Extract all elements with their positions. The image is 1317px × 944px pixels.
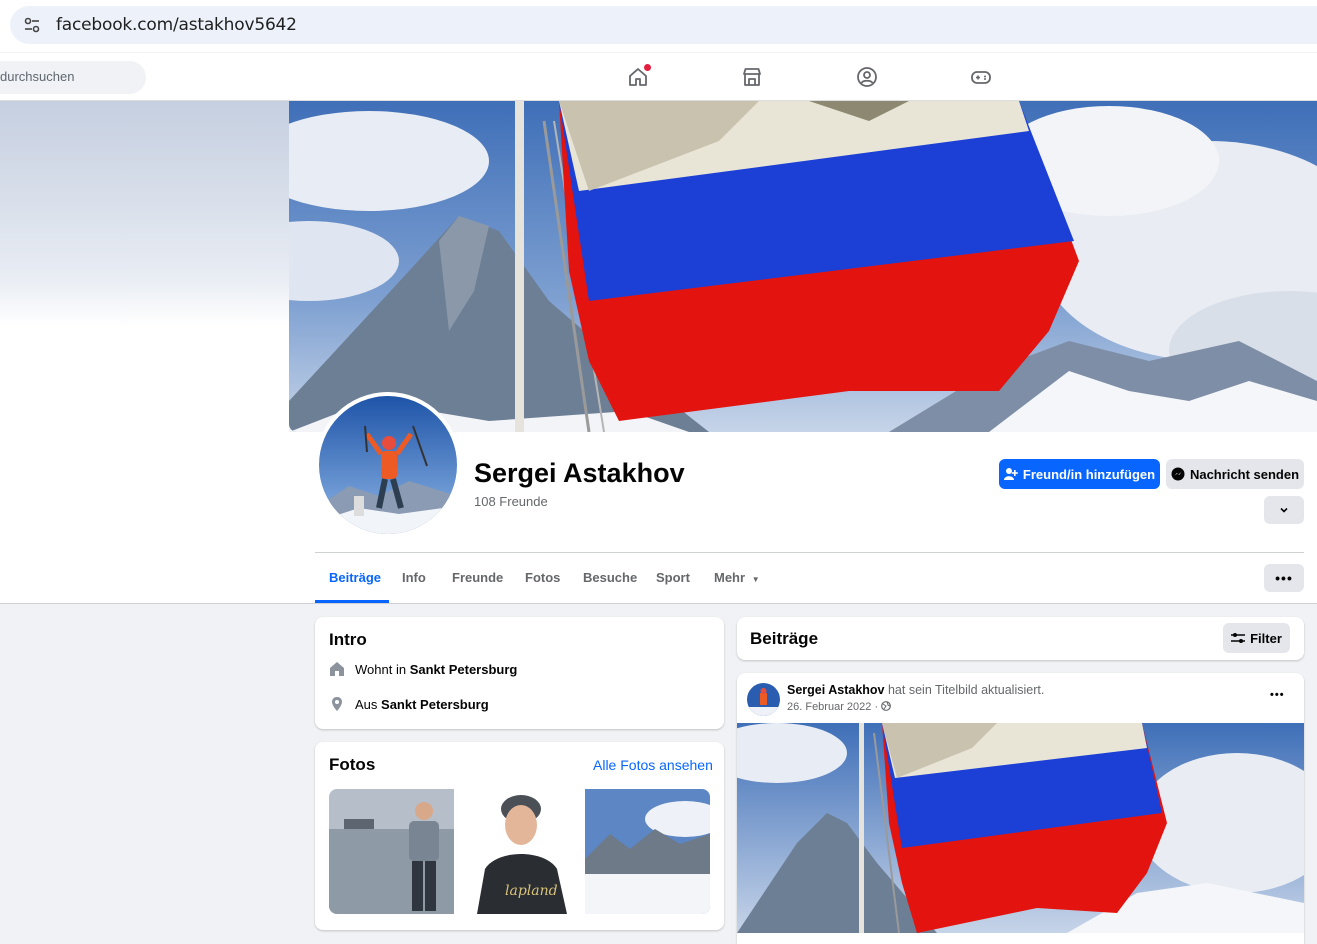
post-options-button[interactable]: ••• — [1270, 685, 1285, 703]
tab-info[interactable]: Info — [402, 570, 426, 585]
filter-label: Filter — [1250, 630, 1282, 646]
globe-icon — [881, 701, 892, 711]
url-field[interactable]: facebook.com/astakhov5642 — [10, 6, 1317, 44]
tab-sport[interactable]: Sport — [656, 570, 690, 585]
caret-down-icon: ▼ — [751, 575, 760, 584]
messenger-icon — [1171, 467, 1185, 481]
post-date[interactable]: 26. Februar 2022 — [787, 701, 871, 713]
filter-button[interactable]: Filter — [1223, 623, 1290, 653]
photo-thumbnail[interactable] — [329, 789, 454, 914]
search-placeholder: durchsuchen — [0, 69, 75, 84]
more-dots-icon: ••• — [1275, 570, 1293, 586]
tab-more-label: Mehr — [714, 570, 746, 585]
profile-divider — [0, 603, 1317, 604]
home-filled-icon — [330, 662, 344, 676]
intro-from-city[interactable]: Sankt Petersburg — [381, 697, 489, 712]
url-text: facebook.com/astakhov5642 — [56, 15, 297, 35]
add-friend-label: Freund/in hinzufügen — [1022, 466, 1156, 482]
post-date-line: 26. Februar 2022 · — [787, 701, 892, 713]
tabs-divider — [315, 552, 1304, 553]
profile-name: Sergei Astakhov — [474, 458, 685, 488]
tab-photos[interactable]: Fotos — [525, 570, 560, 585]
profile-dropdown-button[interactable] — [1264, 496, 1304, 524]
friends-count[interactable]: 108 Freunde — [474, 494, 548, 509]
tab-checkins[interactable]: Besuche — [583, 570, 637, 585]
add-friend-button[interactable]: Freund/in hinzufügen — [999, 459, 1160, 489]
add-friend-icon — [1003, 468, 1018, 480]
notification-dot — [644, 64, 651, 71]
cover-backdrop — [0, 101, 289, 603]
groups-icon[interactable] — [855, 65, 879, 89]
post-author-name[interactable]: Sergei Astakhov — [787, 683, 885, 697]
cover-photo[interactable] — [289, 101, 1317, 432]
site-settings-icon[interactable] — [22, 15, 42, 35]
tab-more[interactable]: Mehr ▼ — [714, 570, 760, 585]
post-card: Sergei Astakhov hat sein Titelbild aktua… — [737, 673, 1304, 944]
send-message-button[interactable]: Nachricht senden — [1166, 459, 1304, 489]
intro-lives-city[interactable]: Sankt Petersburg — [410, 662, 518, 677]
intro-from-row: Aus Sankt Petersburg — [329, 696, 489, 712]
intro-lives-row: Wohnt in Sankt Petersburg — [329, 661, 517, 677]
tab-posts[interactable]: Beiträge — [329, 570, 381, 585]
facebook-header: durchsuchen — [0, 53, 1317, 101]
posts-header-card: Beiträge Filter — [737, 617, 1304, 660]
browser-address-bar: facebook.com/astakhov5642 — [0, 0, 1317, 52]
tab-friends[interactable]: Freunde — [452, 570, 503, 585]
svg-text:lapland: lapland — [505, 883, 558, 899]
intro-title: Intro — [329, 630, 367, 649]
intro-lives-prefix: Wohnt in — [355, 661, 407, 677]
send-message-label: Nachricht senden — [1189, 466, 1300, 482]
more-options-button[interactable]: ••• — [1264, 564, 1304, 592]
more-dots-icon: ••• — [1270, 689, 1285, 701]
chevron-down-icon — [1280, 507, 1288, 513]
location-pin-icon — [332, 697, 342, 711]
intro-from-prefix: Aus — [355, 696, 378, 712]
post-image[interactable] — [737, 723, 1304, 933]
search-input[interactable]: durchsuchen — [0, 61, 146, 94]
post-header-line: Sergei Astakhov hat sein Titelbild aktua… — [787, 683, 1044, 697]
marketplace-icon[interactable] — [740, 65, 764, 89]
photos-card: Fotos Alle Fotos ansehen lapland — [315, 742, 724, 930]
post-action-text: hat sein Titelbild aktualisiert. — [887, 683, 1045, 697]
profile-avatar[interactable] — [315, 392, 461, 538]
photo-thumbnail[interactable] — [585, 789, 710, 914]
intro-card: Intro Wohnt in Sankt Petersburg Aus Sank… — [315, 617, 724, 729]
posts-title: Beiträge — [750, 629, 819, 648]
gaming-icon[interactable] — [969, 65, 993, 89]
post-author-avatar[interactable] — [747, 683, 780, 716]
photos-title: Fotos — [329, 755, 376, 774]
active-tab-indicator — [315, 600, 389, 603]
filter-icon — [1231, 633, 1246, 643]
all-photos-link[interactable]: Alle Fotos ansehen — [593, 757, 713, 773]
photo-thumbnail[interactable]: lapland — [457, 789, 582, 914]
